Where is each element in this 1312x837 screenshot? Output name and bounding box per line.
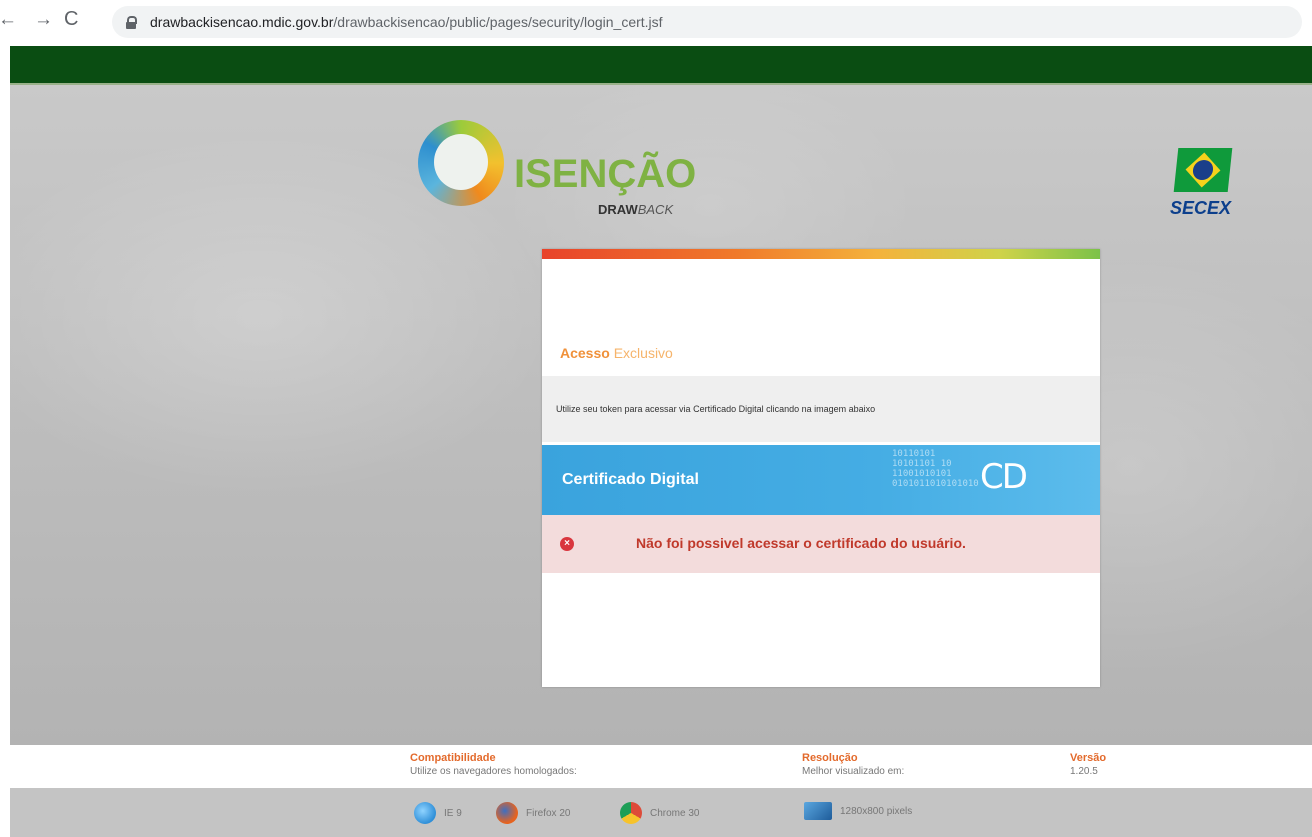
lock-icon[interactable] — [126, 16, 137, 29]
secex-logo: SECEX — [1168, 148, 1240, 228]
browser-label: Chrome 30 — [650, 807, 700, 819]
resolution-label: 1280x800 pixels — [840, 805, 913, 817]
secex-label: SECEX — [1170, 198, 1232, 218]
header-bar — [10, 46, 1312, 85]
chrome-icon — [620, 802, 642, 824]
browser-label: Firefox 20 — [526, 807, 571, 819]
url-path: /drawbackisencao/public/pages/security/l… — [333, 14, 663, 30]
logo-sub-italic: BACK — [637, 202, 674, 217]
resolution-subtitle: Melhor visualizado em: — [802, 766, 905, 777]
error-message: × Não foi possivel acessar o certificado… — [542, 515, 1100, 573]
footer-browsers: IE 9 Firefox 20 Chrome 30 1280x800 pixel… — [10, 788, 1312, 837]
logo-ring-icon — [418, 120, 504, 206]
panel-color-bar — [542, 249, 1100, 259]
brazil-flag-icon — [1173, 148, 1233, 192]
error-icon: × — [560, 537, 574, 551]
monitor-icon — [804, 802, 832, 820]
error-text: Não foi possivel acessar o certificado d… — [636, 535, 966, 551]
binary-pattern-icon: 10110101 10101101 10 11001010101 0101011… — [892, 449, 979, 489]
forward-icon[interactable]: → — [34, 10, 53, 29]
version-title: Versão — [1070, 752, 1107, 764]
resolution-title: Resolução — [802, 752, 858, 764]
browser-ie: IE 9 — [414, 802, 462, 824]
cd-logo-icon: CD — [980, 457, 1028, 497]
logo-subtitle: DRAWBACK — [598, 202, 673, 217]
version-value: 1.20.5 — [1070, 766, 1098, 777]
url-text[interactable]: drawbackisencao.mdic.gov.br/drawbackisen… — [150, 14, 663, 30]
instruction-box: Utilize seu token para acessar via Certi… — [542, 376, 1100, 442]
instruction-text: Utilize seu token para acessar via Certi… — [556, 404, 876, 414]
footer-info: Compatibilidade Utilize os navegadores h… — [10, 745, 1312, 788]
logo-word: ISENÇÃO — [514, 152, 697, 196]
back-icon[interactable]: ← — [0, 10, 17, 29]
ie-icon — [414, 802, 436, 824]
compat-subtitle: Utilize os navegadores homologados: — [410, 766, 577, 777]
browser-chrome: Chrome 30 — [620, 802, 699, 824]
firefox-icon — [496, 802, 518, 824]
browser-label: IE 9 — [444, 807, 462, 819]
browser-firefox: Firefox 20 — [496, 802, 570, 824]
panel-title: Acesso Exclusivo — [560, 345, 673, 361]
url-domain: drawbackisencao.mdic.gov.br — [150, 14, 334, 30]
logo-sub-bold: DRAW — [598, 202, 638, 217]
login-panel: Acesso Exclusivo Utilize seu token para … — [542, 249, 1100, 687]
browser-toolbar: ← → C drawbackisencao.mdic.gov.br/drawba… — [0, 0, 1312, 46]
reload-icon[interactable]: C — [64, 9, 78, 29]
certificado-digital-button[interactable]: Certificado Digital 10110101 10101101 10… — [542, 445, 1100, 515]
isencao-logo: ISENÇÃO DRAWBACK — [418, 118, 698, 218]
address-bar[interactable]: drawbackisencao.mdic.gov.br/drawbackisen… — [112, 6, 1302, 38]
panel-title-light: Exclusivo — [613, 345, 673, 361]
panel-title-strong: Acesso — [560, 345, 610, 361]
cert-button-label: Certificado Digital — [562, 471, 699, 488]
resolution-info: 1280x800 pixels — [804, 802, 912, 820]
compat-title: Compatibilidade — [410, 752, 496, 764]
